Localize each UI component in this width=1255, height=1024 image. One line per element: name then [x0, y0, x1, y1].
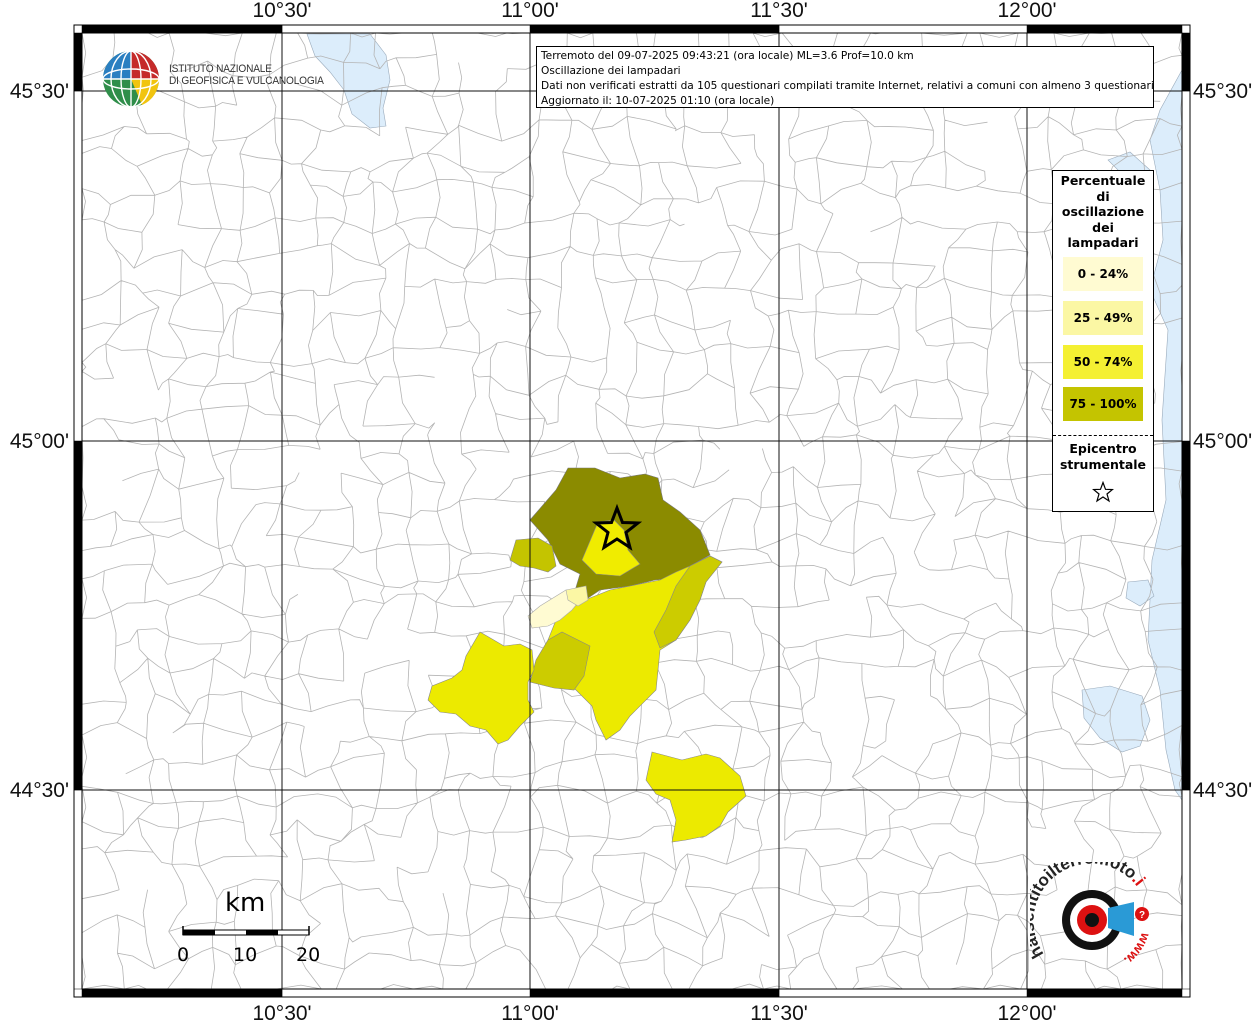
frame-segment	[1026, 988, 1183, 998]
legend-class-label: 50 - 74%	[1073, 355, 1133, 369]
right-lat-label: 45°00'	[1193, 430, 1252, 453]
frame-segment	[73, 440, 83, 791]
frame-segment	[1181, 440, 1191, 791]
frame-segment	[81, 988, 283, 998]
ingv-globe-logo	[102, 50, 160, 108]
legend-title-line: lampadari	[1067, 235, 1139, 250]
bottom-lon-label: 11°00'	[501, 1002, 559, 1024]
left-lat-label: 44°30'	[10, 779, 69, 802]
frame-segment	[281, 24, 531, 34]
legend-title-line: di	[1096, 188, 1110, 204]
updated-timestamp: Aggiornato il: 10-07-2025 01:10 (ora loc…	[541, 95, 775, 107]
legend-epicenter-line: strumentale	[1059, 457, 1147, 472]
legend-title: Percentuale di oscillazione dei lampadar…	[1053, 173, 1153, 251]
top-lon-label: 11°00'	[501, 0, 559, 22]
right-lat-label: 45°30'	[1193, 80, 1252, 103]
legend-class-label: 75 - 100%	[1069, 397, 1137, 411]
frame-segment	[281, 988, 531, 998]
scale-tick: 10	[233, 944, 258, 966]
frame-segment	[73, 789, 83, 990]
data-note: Dati non verificati estratti da 105 ques…	[541, 80, 1154, 92]
top-lon-label: 11°30'	[750, 0, 808, 22]
svg-text:?: ?	[1139, 910, 1145, 921]
bottom-lon-label: 12°00'	[997, 1002, 1056, 1024]
event-title: Terremoto del 09-07-2025 09:43:21 (ora l…	[541, 50, 914, 62]
institute-name: ISTITUTO NAZIONALE DI GEOFISICA E VULCAN…	[169, 63, 324, 87]
svg-text:www.: www.	[1121, 930, 1154, 968]
frame-segment	[529, 988, 780, 998]
legend-class: 50 - 74%	[1063, 345, 1143, 379]
map-subject: Oscillazione dei lampadari	[541, 65, 681, 77]
logo-url: www.	[1121, 930, 1154, 968]
frame-segment	[778, 24, 1028, 34]
star-outline-icon	[1092, 481, 1114, 503]
scale-bar	[182, 926, 310, 936]
event-info-box: Terremoto del 09-07-2025 09:43:21 (ora l…	[536, 46, 1154, 108]
frame-segment	[1026, 24, 1183, 34]
legend-title-line: dei	[1092, 219, 1114, 235]
legend-class: 0 - 24%	[1063, 257, 1143, 291]
bottom-lon-label: 10°30'	[252, 1002, 311, 1024]
legend-epicenter-label: Epicentro strumentale	[1053, 441, 1153, 473]
top-lon-label: 12°00'	[997, 0, 1056, 22]
legend-class: 25 - 49%	[1063, 301, 1143, 335]
haisentito-logo: haisentitoilterremoto.it www. ?	[1030, 862, 1154, 969]
top-lon-label: 10°30'	[252, 0, 311, 22]
frame-segment	[778, 988, 1028, 998]
legend-epicenter-line: Epicentro	[1069, 441, 1137, 456]
frame-segment	[1181, 789, 1191, 990]
legend-class: 75 - 100%	[1063, 387, 1143, 421]
left-lat-label: 45°00'	[10, 430, 69, 453]
frame-segment	[1181, 32, 1191, 92]
left-lat-label: 45°30'	[10, 80, 69, 103]
legend-title-line: Percentuale	[1060, 173, 1146, 188]
legend-class-label: 0 - 24%	[1077, 267, 1129, 281]
legend-title-line: oscillazione	[1061, 204, 1145, 219]
institute-line-2: DI GEOFISICA E VULCANOLOGIA	[169, 75, 324, 87]
bottom-lon-label: 11°30'	[750, 1002, 808, 1024]
scale-tick: 0	[177, 944, 190, 966]
frame-segment	[73, 90, 83, 442]
institute-line-1: ISTITUTO NAZIONALE	[169, 63, 272, 75]
right-lat-label: 44°30'	[1193, 779, 1252, 802]
frame-segment	[1181, 90, 1191, 442]
legend-class-label: 25 - 49%	[1073, 311, 1133, 325]
legend: Percentuale di oscillazione dei lampadar…	[1052, 170, 1154, 512]
legend-divider	[1053, 435, 1153, 436]
scale-tick: 20	[296, 944, 321, 966]
frame-segment	[81, 24, 283, 34]
frame-segment	[73, 32, 83, 92]
frame-segment	[529, 24, 780, 34]
